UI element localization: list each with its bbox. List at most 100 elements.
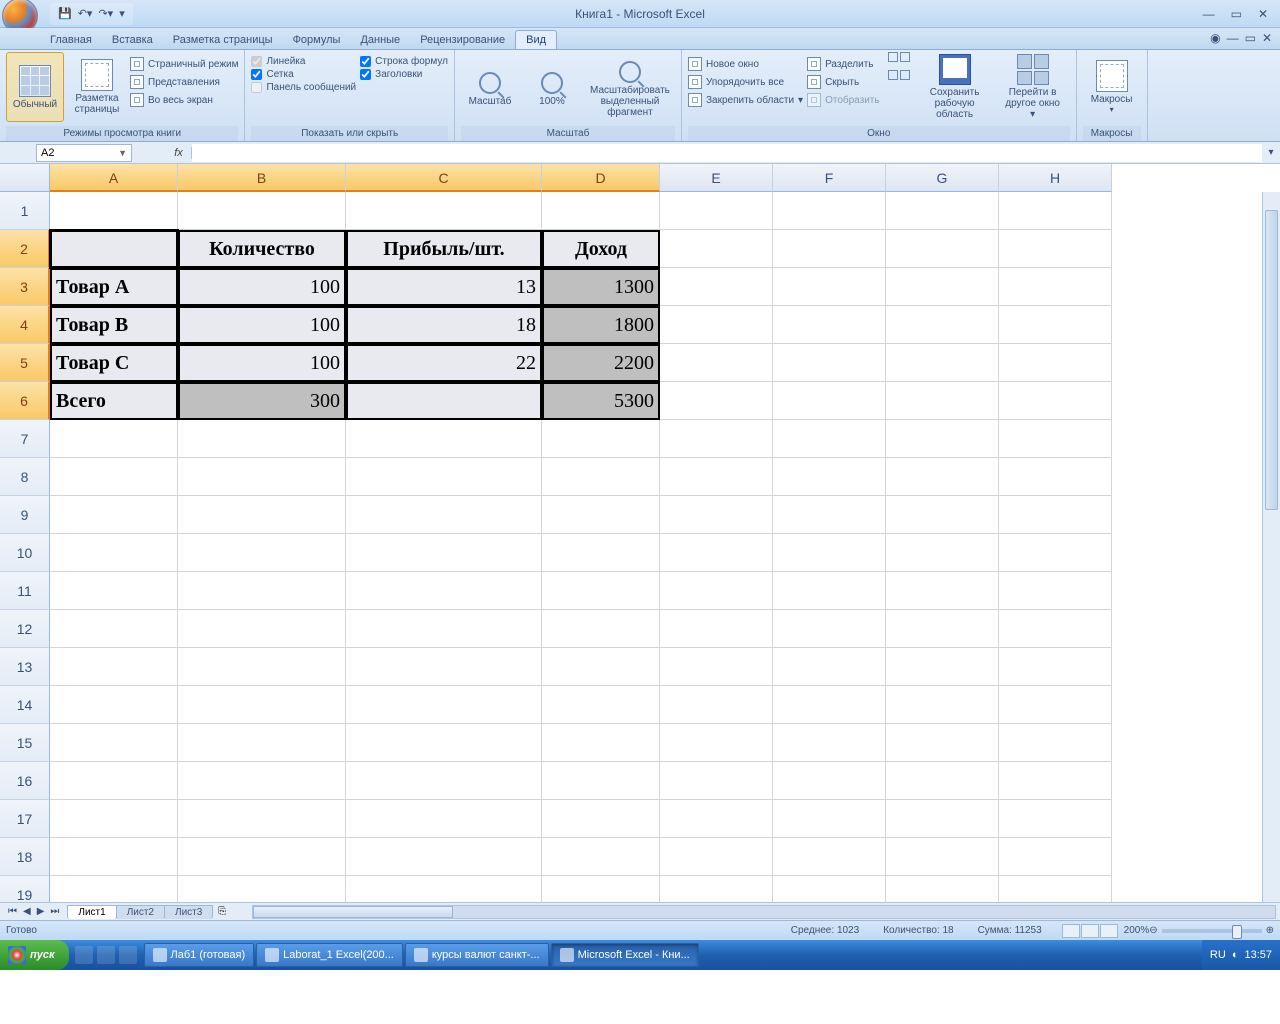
cell-D14[interactable]: [542, 686, 660, 724]
row-header-12[interactable]: 12: [0, 610, 50, 648]
formula-expand-icon[interactable]: ▾: [1262, 147, 1280, 158]
cell-C12[interactable]: [346, 610, 542, 648]
cell-A15[interactable]: [50, 724, 178, 762]
cell-F2[interactable]: [773, 230, 886, 268]
cell-H19[interactable]: [999, 876, 1112, 902]
cell-C16[interactable]: [346, 762, 542, 800]
minimize-button[interactable]: —: [1199, 7, 1219, 21]
tab-formulas[interactable]: Формулы: [283, 31, 351, 49]
cell-G11[interactable]: [886, 572, 999, 610]
cell-D18[interactable]: [542, 838, 660, 876]
zoom-100-button[interactable]: 100%: [523, 52, 581, 122]
cell-B14[interactable]: [178, 686, 346, 724]
cell-H7[interactable]: [999, 420, 1112, 458]
tab-insert[interactable]: Вставка: [102, 31, 163, 49]
cell-A3[interactable]: Товар А: [50, 268, 178, 306]
unhide-button[interactable]: Отобразить: [807, 92, 880, 108]
cell-E19[interactable]: [660, 876, 773, 902]
cell-A2[interactable]: [50, 230, 178, 268]
row-header-8[interactable]: 8: [0, 458, 50, 496]
cell-F9[interactable]: [773, 496, 886, 534]
cell-E13[interactable]: [660, 648, 773, 686]
cell-G16[interactable]: [886, 762, 999, 800]
cell-D12[interactable]: [542, 610, 660, 648]
col-header-D[interactable]: D: [542, 164, 660, 192]
formula-bar-checkbox[interactable]: Строка формул: [360, 56, 448, 67]
cell-G8[interactable]: [886, 458, 999, 496]
cell-D16[interactable]: [542, 762, 660, 800]
cell-E7[interactable]: [660, 420, 773, 458]
cell-A9[interactable]: [50, 496, 178, 534]
cell-E11[interactable]: [660, 572, 773, 610]
sheet-nav-last-icon[interactable]: ⏭: [48, 906, 61, 917]
row-header-14[interactable]: 14: [0, 686, 50, 724]
tab-review[interactable]: Рецензирование: [410, 31, 515, 49]
qat-redo-icon[interactable]: ↷▾: [98, 7, 113, 20]
cell-C9[interactable]: [346, 496, 542, 534]
cell-F12[interactable]: [773, 610, 886, 648]
cell-G14[interactable]: [886, 686, 999, 724]
start-button[interactable]: пуск: [0, 940, 69, 970]
row-header-5[interactable]: 5: [0, 344, 50, 382]
cell-G17[interactable]: [886, 800, 999, 838]
sheet-tab-2[interactable]: Лист2: [116, 905, 165, 919]
cell-A4[interactable]: Товар В: [50, 306, 178, 344]
cell-A16[interactable]: [50, 762, 178, 800]
col-header-G[interactable]: G: [886, 164, 999, 192]
ruler-checkbox[interactable]: Линейка: [251, 56, 356, 67]
cell-E14[interactable]: [660, 686, 773, 724]
cell-B3[interactable]: 100: [178, 268, 346, 306]
cell-H18[interactable]: [999, 838, 1112, 876]
cell-C1[interactable]: [346, 192, 542, 230]
cell-H3[interactable]: [999, 268, 1112, 306]
cell-F5[interactable]: [773, 344, 886, 382]
cell-F13[interactable]: [773, 648, 886, 686]
ql-word-icon[interactable]: [119, 946, 137, 964]
cell-D4[interactable]: 1800: [542, 306, 660, 344]
horizontal-scrollbar[interactable]: [252, 905, 1276, 919]
zoom-selection-button[interactable]: Масштабировать выделенный фрагмент: [585, 52, 675, 122]
cell-C18[interactable]: [346, 838, 542, 876]
cell-B13[interactable]: [178, 648, 346, 686]
split-button[interactable]: Разделить: [807, 56, 880, 72]
cell-C3[interactable]: 13: [346, 268, 542, 306]
cell-B15[interactable]: [178, 724, 346, 762]
cell-F4[interactable]: [773, 306, 886, 344]
zoom-slider[interactable]: [1162, 929, 1262, 933]
cell-G13[interactable]: [886, 648, 999, 686]
cell-C13[interactable]: [346, 648, 542, 686]
cell-C17[interactable]: [346, 800, 542, 838]
cell-C8[interactable]: [346, 458, 542, 496]
cell-B11[interactable]: [178, 572, 346, 610]
hide-button[interactable]: Скрыть: [807, 74, 880, 90]
row-header-17[interactable]: 17: [0, 800, 50, 838]
view-page-break-icon[interactable]: [1100, 924, 1118, 938]
cell-G4[interactable]: [886, 306, 999, 344]
vertical-scrollbar[interactable]: [1262, 192, 1280, 902]
cell-B12[interactable]: [178, 610, 346, 648]
tab-home[interactable]: Главная: [40, 31, 102, 49]
taskbar-item-4[interactable]: Microsoft Excel - Кни...: [551, 943, 699, 967]
cell-E3[interactable]: [660, 268, 773, 306]
cell-C5[interactable]: 22: [346, 344, 542, 382]
cell-H12[interactable]: [999, 610, 1112, 648]
cell-E17[interactable]: [660, 800, 773, 838]
row-header-10[interactable]: 10: [0, 534, 50, 572]
cell-H8[interactable]: [999, 458, 1112, 496]
cell-G3[interactable]: [886, 268, 999, 306]
cell-H5[interactable]: [999, 344, 1112, 382]
cell-E18[interactable]: [660, 838, 773, 876]
cell-H10[interactable]: [999, 534, 1112, 572]
cell-A14[interactable]: [50, 686, 178, 724]
cell-C6[interactable]: [346, 382, 542, 420]
cell-G19[interactable]: [886, 876, 999, 902]
cell-D1[interactable]: [542, 192, 660, 230]
cell-D19[interactable]: [542, 876, 660, 902]
page-layout-button[interactable]: Разметка страницы: [68, 52, 126, 122]
headings-checkbox[interactable]: Заголовки: [360, 69, 448, 80]
custom-views-button[interactable]: Представления: [130, 74, 238, 90]
cell-D8[interactable]: [542, 458, 660, 496]
page-break-button[interactable]: Страничный режим: [130, 56, 238, 72]
zoom-button[interactable]: Масштаб: [461, 52, 519, 122]
cell-G10[interactable]: [886, 534, 999, 572]
